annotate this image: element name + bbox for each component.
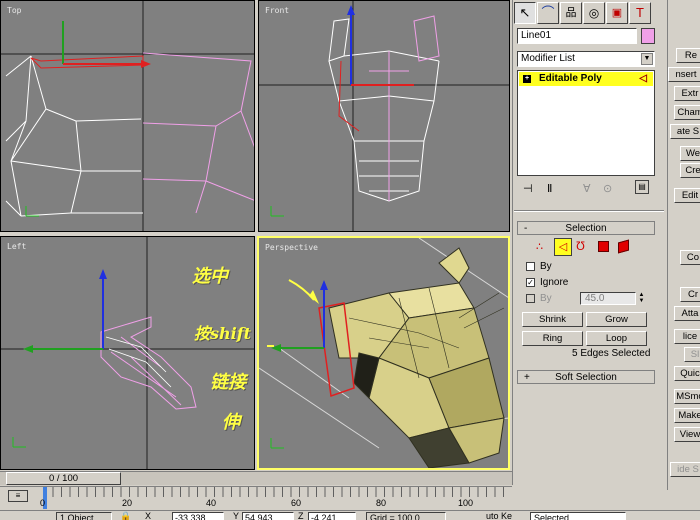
- x-coord-field[interactable]: -33.338: [172, 512, 224, 520]
- strip-button-8[interactable]: Edit: [674, 188, 700, 203]
- strip-button-12[interactable]: lice: [674, 329, 700, 344]
- strip-button-10[interactable]: Cr: [680, 287, 700, 302]
- stack-item-label: Editable Poly: [539, 73, 602, 84]
- viewport-front[interactable]: Front: [258, 0, 510, 232]
- viewport-top[interactable]: Top: [0, 0, 255, 232]
- subobject-buttons: ∴ ◁ Ʊ: [530, 238, 640, 256]
- create-tab-icon[interactable]: ↖: [514, 2, 536, 24]
- subobject-edge-icon: ◁: [639, 73, 647, 84]
- tick-label: 40: [206, 498, 217, 508]
- expand-icon[interactable]: +: [523, 75, 531, 83]
- y-coord-icon: Y: [233, 511, 240, 520]
- modify-tab-icon[interactable]: ⌒: [537, 2, 559, 24]
- status-bar: 1 Object 🔒 X -33.338 Y 54.943 Z -4.241 G…: [0, 510, 700, 520]
- loop-button[interactable]: Loop: [586, 331, 647, 346]
- tick-label: 60: [291, 498, 302, 508]
- by-angle-label: By: [540, 293, 552, 304]
- tick-label: 20: [122, 498, 133, 508]
- soft-selection-rollout-header[interactable]: + Soft Selection: [517, 370, 655, 384]
- strip-button-6[interactable]: We: [680, 146, 700, 161]
- strip-button-1[interactable]: Re: [676, 48, 700, 63]
- make-unique-icon[interactable]: ∀: [583, 182, 591, 195]
- trackbar-icon[interactable]: ≡: [8, 490, 28, 502]
- strip-button-4[interactable]: Cham: [674, 105, 700, 120]
- command-tabs: ↖ ⌒ 品 ◎ ▣ T: [514, 2, 664, 24]
- shrink-button[interactable]: Shrink: [522, 312, 583, 327]
- divider: [514, 210, 664, 212]
- track-ruler: [44, 487, 504, 497]
- strip-button-16[interactable]: Make: [674, 408, 700, 423]
- object-name-field[interactable]: Line01: [517, 28, 637, 44]
- tick-label: 0: [40, 498, 46, 508]
- strip-button-15[interactable]: MSmo: [674, 389, 700, 404]
- modifier-list-label: Modifier List: [521, 53, 575, 64]
- tick-label: 80: [376, 498, 387, 508]
- show-end-result-icon[interactable]: Ⅱ: [547, 182, 552, 195]
- spinner-arrows-icon[interactable]: ▲ ▼: [637, 292, 646, 305]
- z-coord-field[interactable]: -4.241: [308, 512, 356, 520]
- object-color-swatch[interactable]: [641, 28, 655, 44]
- stack-toolbar: ⊣ Ⅱ ∀ ⊙ ▤: [517, 180, 655, 198]
- remove-modifier-icon[interactable]: ⊙: [603, 182, 612, 195]
- element-icon[interactable]: [618, 239, 629, 254]
- annotation-select: 选中: [192, 266, 228, 287]
- by-angle-checkbox[interactable]: [526, 294, 535, 303]
- key-filter-dropdown[interactable]: Selected: [530, 512, 626, 520]
- y-coord-field[interactable]: 54.943: [242, 512, 294, 520]
- strip-button-5[interactable]: ate S: [670, 124, 700, 139]
- display-tab-icon[interactable]: ▣: [606, 2, 628, 24]
- selection-count: 1 Object: [56, 512, 112, 520]
- ignore-backfacing-label: Ignore: [540, 277, 569, 288]
- right-panel-strip: Re nsert Extr Cham ate S We Cre Edit Co …: [667, 0, 700, 490]
- by-vertex-checkbox[interactable]: [526, 262, 535, 271]
- strip-button-3[interactable]: Extr: [674, 86, 700, 101]
- top-view-mesh: [1, 1, 254, 231]
- time-slider-thumb[interactable]: 0 / 100: [6, 472, 121, 485]
- chevron-down-icon: ▼: [641, 53, 653, 65]
- strip-button-7[interactable]: Cre: [680, 163, 700, 178]
- angle-spinner[interactable]: 45.0: [580, 292, 636, 305]
- strip-button-14[interactable]: Quic: [674, 366, 700, 381]
- tick-label: 100: [458, 498, 474, 508]
- hierarchy-tab-icon[interactable]: 品: [560, 2, 582, 24]
- configure-sets-icon[interactable]: ▤: [635, 180, 649, 194]
- modifier-stack: + Editable Poly ◁: [517, 70, 655, 176]
- time-slider-track[interactable]: 0 / 100: [0, 471, 512, 485]
- selection-rollout-header[interactable]: - Selection: [517, 221, 655, 235]
- front-view-mesh: [259, 1, 509, 231]
- annotation-press-shift: 按shift: [194, 324, 251, 343]
- strip-button-17[interactable]: View: [674, 427, 700, 442]
- soft-selection-title: Soft Selection: [555, 372, 617, 383]
- strip-button-2[interactable]: nsert: [668, 67, 700, 82]
- ignore-backfacing-checkbox[interactable]: ✓: [526, 278, 535, 287]
- modifier-list-dropdown[interactable]: Modifier List ▼: [517, 51, 655, 67]
- ring-button[interactable]: Ring: [522, 331, 583, 346]
- edge-icon[interactable]: ◁: [554, 238, 572, 256]
- lock-icon[interactable]: 🔒: [120, 511, 131, 520]
- annotation-stretch: 伸: [222, 412, 240, 433]
- viewport-perspective[interactable]: Perspective: [257, 236, 510, 470]
- strip-button-11[interactable]: Atta: [674, 306, 700, 321]
- by-vertex-label: By: [540, 261, 552, 272]
- x-coord-icon: X: [145, 511, 152, 520]
- strip-button-13[interactable]: Sl: [684, 347, 700, 362]
- selection-status: 5 Edges Selected: [572, 348, 651, 359]
- utilities-tab-icon[interactable]: T: [629, 2, 651, 24]
- polygon-icon[interactable]: [598, 241, 609, 252]
- pin-stack-icon[interactable]: ⊣: [523, 182, 533, 195]
- z-coord-icon: Z: [298, 511, 304, 520]
- track-bar[interactable]: ≡ 0 20 40 60 80 100: [0, 486, 512, 510]
- grow-button[interactable]: Grow: [586, 312, 647, 327]
- motion-tab-icon[interactable]: ◎: [583, 2, 605, 24]
- strip-button-18[interactable]: ide S: [670, 462, 700, 477]
- border-icon[interactable]: Ʊ: [576, 239, 585, 253]
- vertex-icon[interactable]: ∴: [536, 240, 543, 253]
- selection-title: Selection: [565, 223, 607, 234]
- annotation-link: 链接: [210, 372, 246, 393]
- grid-size: Grid = 100.0: [366, 512, 446, 520]
- strip-button-9[interactable]: Co: [680, 250, 700, 265]
- auto-key-button[interactable]: uto Ke: [486, 511, 512, 520]
- stack-item-editable-poly[interactable]: + Editable Poly ◁: [519, 72, 653, 86]
- perspective-view-mesh: [259, 238, 508, 468]
